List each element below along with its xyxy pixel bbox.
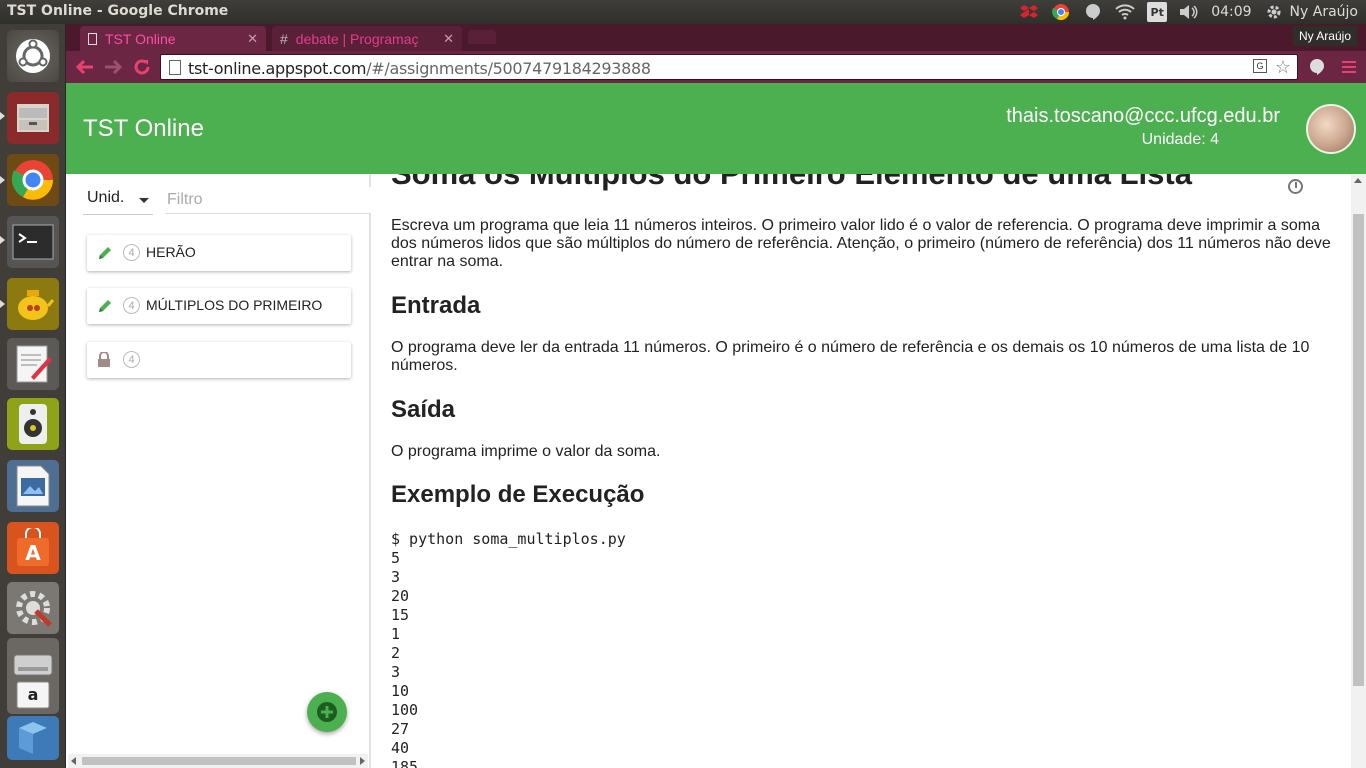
tab-label: debate | Programaç xyxy=(295,30,419,47)
files-icon[interactable] xyxy=(7,92,59,144)
assignment-card-locked[interactable]: 4 xyxy=(87,342,351,378)
browser-toolbar: tst-online.appspot.com/#/assignments/500… xyxy=(66,51,1366,83)
tab-debate[interactable]: # debate | Programaç ✕ xyxy=(272,26,462,51)
hash-icon: # xyxy=(280,30,288,47)
chrome-launcher-icon[interactable] xyxy=(7,154,59,206)
filter-row: Unid. xyxy=(83,184,371,215)
hangouts-extension-icon[interactable] xyxy=(1306,57,1328,77)
input-text: O programa deve ler da entrada 11 número… xyxy=(391,339,1310,374)
unit-number-badge: 4 xyxy=(123,351,140,368)
unit-select[interactable]: Unid. xyxy=(87,189,124,207)
assignment-card-herao[interactable]: 4 HERÃO xyxy=(87,235,351,271)
translate-icon[interactable]: G xyxy=(1253,59,1267,73)
volume-icon[interactable] xyxy=(1179,2,1199,22)
scrollbar-thumb[interactable] xyxy=(1353,214,1364,686)
page-info-icon[interactable] xyxy=(169,60,181,75)
reload-icon[interactable] xyxy=(131,57,153,77)
filter-input[interactable] xyxy=(165,187,371,214)
tab-label: TST Online xyxy=(105,30,176,47)
hangouts-icon[interactable] xyxy=(1083,2,1103,22)
forward-icon[interactable] xyxy=(102,57,124,77)
assignment-description: Escreva um programa que leia 11 números … xyxy=(391,217,1331,270)
address-bar[interactable]: tst-online.appspot.com/#/assignments/500… xyxy=(160,54,1298,80)
window-title: TST Online - Google Chrome xyxy=(7,3,229,19)
ubuntu-dash-icon[interactable] xyxy=(7,30,59,82)
example-code: $ python soma_multiplos.py 5 3 20 15 1 2… xyxy=(391,530,626,768)
text-editor-icon[interactable] xyxy=(7,338,59,390)
trash-icon[interactable] xyxy=(7,716,59,760)
scrollbar-thumb[interactable] xyxy=(82,757,356,765)
scroll-left-arrow-icon[interactable] xyxy=(71,757,76,765)
clock-icon[interactable] xyxy=(1288,179,1303,194)
output-heading: Saída xyxy=(391,396,456,423)
libreoffice-impress-icon[interactable] xyxy=(7,460,59,512)
input-heading: Entrada xyxy=(391,292,481,319)
web-page: TST Online thais.toscano@ccc.ufcg.edu.br… xyxy=(66,83,1366,768)
tab-tst-online[interactable]: TST Online ✕ xyxy=(80,26,266,51)
profile-badge[interactable]: Ny Araújo xyxy=(1292,26,1357,46)
pencil-icon xyxy=(97,298,113,314)
unit-select-underline xyxy=(83,214,153,215)
ubuntu-launcher: A a xyxy=(0,24,66,768)
new-tab-button[interactable] xyxy=(468,30,496,44)
amazon-icon[interactable]: a xyxy=(7,676,59,714)
svg-text:A: A xyxy=(25,541,41,565)
user-email: thais.toscano@ccc.ufcg.edu.br xyxy=(1006,105,1280,127)
current-unit: Unidade: 4 xyxy=(1141,131,1219,148)
user-name[interactable]: Ny Araújo xyxy=(1290,4,1358,20)
software-center-icon[interactable]: A xyxy=(7,522,59,574)
page-icon xyxy=(88,32,97,45)
add-button[interactable] xyxy=(307,692,347,732)
unit-number-badge: 4 xyxy=(123,244,140,261)
unit-number-badge: 4 xyxy=(123,297,140,314)
menu-icon[interactable] xyxy=(1338,57,1360,77)
url-text[interactable]: tst-online.appspot.com/#/assignments/500… xyxy=(188,59,651,78)
bookmark-star-icon[interactable]: ☆ xyxy=(1275,57,1291,78)
app-brand[interactable]: TST Online xyxy=(83,115,204,143)
avatar[interactable] xyxy=(1306,104,1356,154)
horizontal-scrollbar[interactable] xyxy=(68,754,368,768)
close-tab-icon[interactable]: ✕ xyxy=(443,31,454,47)
svg-text:a: a xyxy=(28,685,39,704)
assignment-card-multiplos[interactable]: 4 MÚLTIPLOS DO PRIMEIRO xyxy=(87,288,351,324)
output-text: O programa imprime o valor da soma. xyxy=(391,443,661,460)
rhythmbox-icon[interactable] xyxy=(7,398,59,450)
back-icon[interactable] xyxy=(74,57,96,77)
browser-window: TST Online ✕ # debate | Programaç ✕ Ny A… xyxy=(66,24,1366,768)
chrome-tray-icon[interactable] xyxy=(1051,2,1071,22)
pencil-icon xyxy=(97,245,113,261)
assignment-title: HERÃO xyxy=(146,244,196,260)
assignment-title: MÚLTIPLOS DO PRIMEIRO xyxy=(146,297,323,313)
scroll-right-arrow-icon[interactable] xyxy=(360,757,365,765)
assignment-sidebar: Unid. 4 HERÃO 4 MÚLTIPLOS DO PRIMEIRO xyxy=(66,174,371,768)
lock-icon xyxy=(97,351,113,368)
assignment-content: Soma os Múltiplos do Primeiro Elemento d… xyxy=(391,156,1331,768)
tab-strip: TST Online ✕ # debate | Programaç ✕ Ny A… xyxy=(66,24,1366,51)
vertical-scrollbar[interactable] xyxy=(1351,174,1366,768)
clock[interactable]: 04:09 xyxy=(1211,4,1251,20)
keyboard-layout-indicator[interactable]: Pt xyxy=(1147,2,1168,22)
system-tray: Pt 04:09 Ny Araújo xyxy=(1019,0,1358,24)
plus-circle-icon xyxy=(317,702,337,722)
app-header: TST Online thais.toscano@ccc.ufcg.edu.br… xyxy=(66,83,1366,174)
gear-icon[interactable] xyxy=(1264,2,1284,22)
system-settings-icon[interactable] xyxy=(7,582,59,634)
scroll-up-arrow-icon[interactable] xyxy=(1354,178,1362,183)
example-heading: Exemplo de Execução xyxy=(391,481,645,508)
dropbox-icon[interactable] xyxy=(1019,2,1039,22)
teapot-app-icon[interactable] xyxy=(7,278,59,330)
chevron-down-icon[interactable] xyxy=(139,198,149,203)
terminal-icon[interactable] xyxy=(7,216,59,268)
system-top-panel: TST Online - Google Chrome Pt 04:09 Ny A… xyxy=(0,0,1366,24)
wifi-icon[interactable] xyxy=(1115,2,1135,22)
close-tab-icon[interactable]: ✕ xyxy=(247,31,258,47)
